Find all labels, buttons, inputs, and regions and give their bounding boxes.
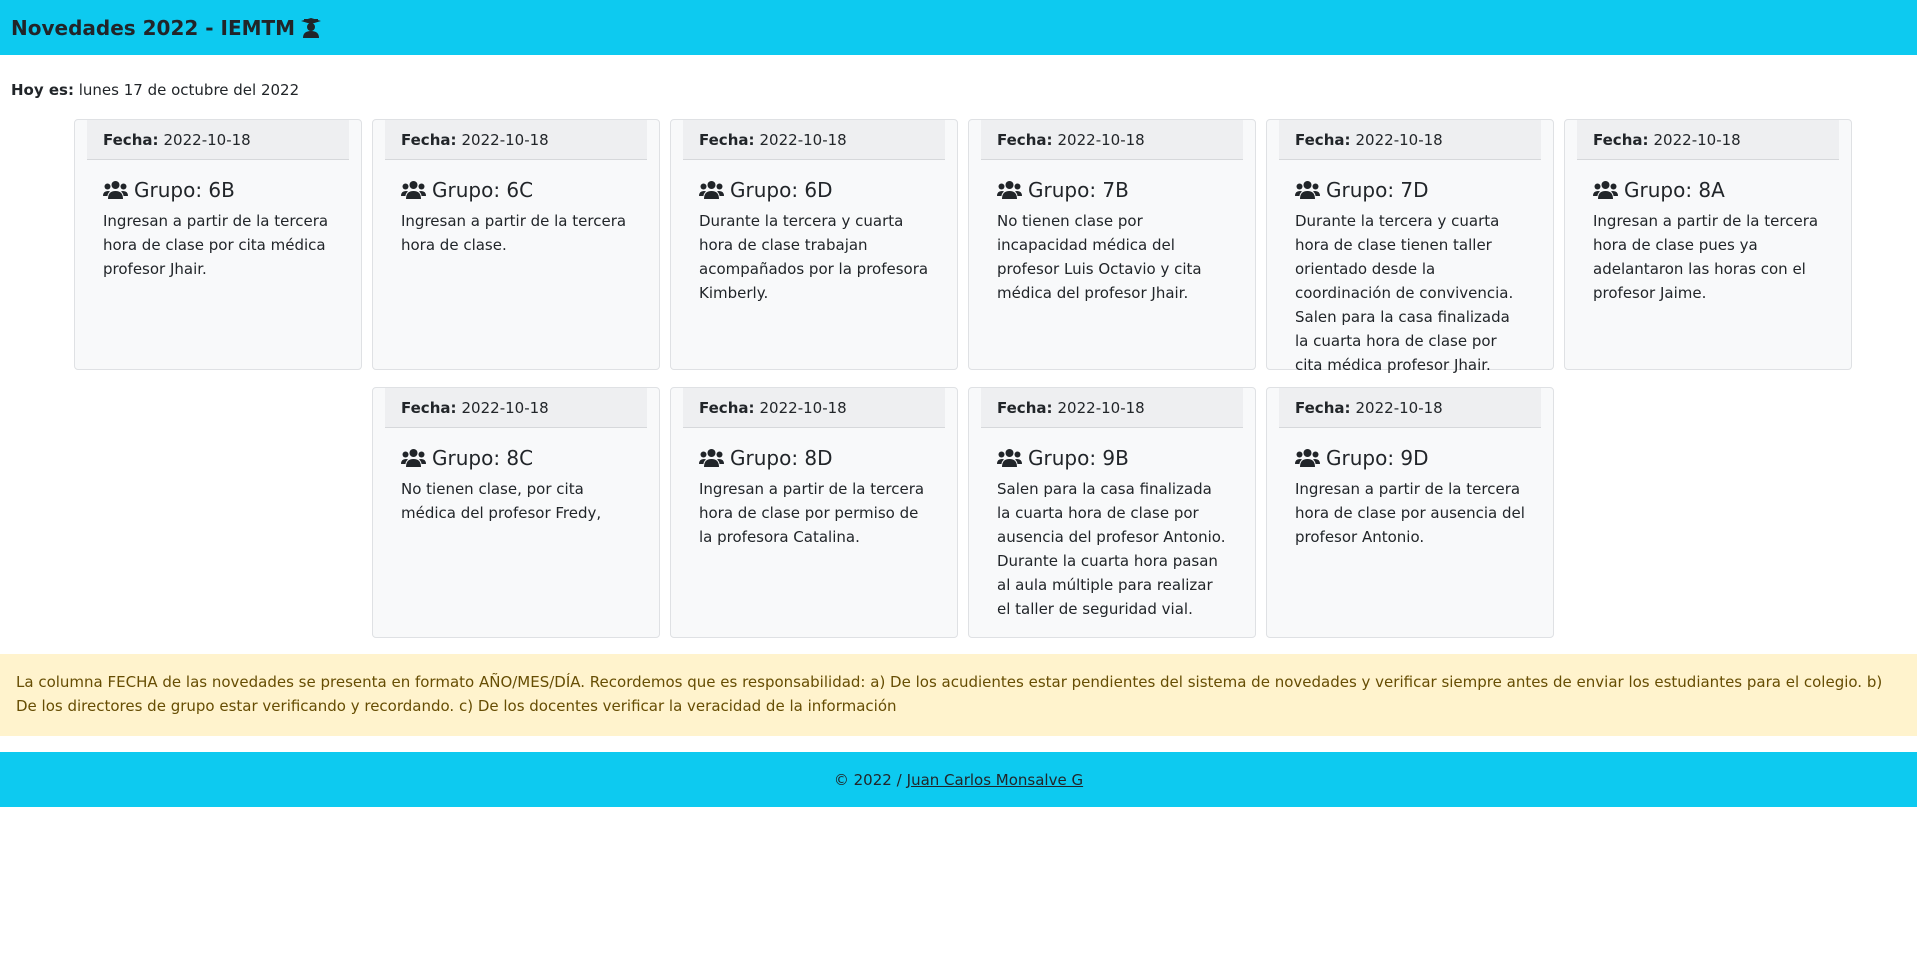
card-header: Fecha: 2022-10-18 xyxy=(683,120,945,160)
card-title: Grupo: 6B xyxy=(103,178,333,202)
fecha-label: Fecha: xyxy=(1295,398,1351,417)
card-group: Grupo: 6C xyxy=(432,178,534,202)
card-date: 2022-10-18 xyxy=(759,398,847,417)
card-date: 2022-10-18 xyxy=(461,398,549,417)
card-date: 2022-10-18 xyxy=(461,130,549,149)
card-text: Ingresan a partir de la tercera hora de … xyxy=(699,480,925,546)
navbar-brand[interactable]: Novedades 2022 - IEMTM xyxy=(11,15,322,40)
card-group: Grupo: 8D xyxy=(730,446,833,470)
card-title: Grupo: 7B xyxy=(997,178,1227,202)
navbar: Novedades 2022 - IEMTM xyxy=(0,0,1917,55)
fecha-label: Fecha: xyxy=(401,398,457,417)
novedad-card: Fecha: 2022-10-18 Grupo: 9B Salen para l… xyxy=(968,387,1256,638)
card-text: No tienen clase por incapacidad médica d… xyxy=(997,212,1202,302)
card-header: Fecha: 2022-10-18 xyxy=(1279,388,1541,428)
fecha-label: Fecha: xyxy=(401,130,457,149)
card-title: Grupo: 9B xyxy=(997,446,1227,470)
fecha-label: Fecha: xyxy=(1295,130,1351,149)
card-header: Fecha: 2022-10-18 xyxy=(683,388,945,428)
novedad-card: Fecha: 2022-10-18 Grupo: 8D Ingresan a p… xyxy=(670,387,958,638)
fecha-label: Fecha: xyxy=(1593,130,1649,149)
novedad-card: Fecha: 2022-10-18 Grupo: 6C Ingresan a p… xyxy=(372,119,660,370)
card-text: Durante la tercera y cuarta hora de clas… xyxy=(1295,212,1514,374)
users-icon xyxy=(1295,181,1320,199)
card-group: Grupo: 9D xyxy=(1326,446,1429,470)
users-icon xyxy=(401,181,426,199)
footer: © 2022 / Juan Carlos Monsalve G xyxy=(0,752,1917,807)
card-title: Grupo: 8A xyxy=(1593,178,1823,202)
users-icon xyxy=(699,181,724,199)
cards-grid: Fecha: 2022-10-18 Grupo: 6B Ingresan a p… xyxy=(74,119,1856,655)
card-title: Grupo: 9D xyxy=(1295,446,1525,470)
card-text: Durante la tercera y cuarta hora de clas… xyxy=(699,212,929,302)
users-icon xyxy=(997,449,1022,467)
users-icon xyxy=(103,181,128,199)
card-text: No tienen clase, por cita médica del pro… xyxy=(401,480,602,522)
fecha-label: Fecha: xyxy=(699,130,755,149)
row-spacer xyxy=(74,387,362,388)
card-date: 2022-10-18 xyxy=(1057,398,1145,417)
cards-row: Fecha: 2022-10-18 Grupo: 6B Ingresan a p… xyxy=(74,119,1856,374)
users-icon xyxy=(699,449,724,467)
card-group: Grupo: 8C xyxy=(432,446,534,470)
card-text: Ingresan a partir de la tercera hora de … xyxy=(1295,480,1525,546)
card-title: Grupo: 6C xyxy=(401,178,631,202)
card-header: Fecha: 2022-10-18 xyxy=(981,120,1243,160)
fecha-label: Fecha: xyxy=(997,398,1053,417)
users-icon xyxy=(401,449,426,467)
novedad-card: Fecha: 2022-10-18 Grupo: 7D Durante la t… xyxy=(1266,119,1554,374)
users-icon xyxy=(1593,181,1618,199)
card-date: 2022-10-18 xyxy=(759,130,847,149)
card-header: Fecha: 2022-10-18 xyxy=(1577,120,1839,160)
card-text: Ingresan a partir de la tercera hora de … xyxy=(1593,212,1819,302)
cards-row: Fecha: 2022-10-18 Grupo: 8C No tienen cl… xyxy=(74,387,1856,638)
card-group: Grupo: 7D xyxy=(1326,178,1429,202)
card-header: Fecha: 2022-10-18 xyxy=(981,388,1243,428)
card-title: Grupo: 8D xyxy=(699,446,929,470)
novedad-card: Fecha: 2022-10-18 Grupo: 7B No tienen cl… xyxy=(968,119,1256,370)
card-title: Grupo: 6D xyxy=(699,178,929,202)
fecha-label: Fecha: xyxy=(997,130,1053,149)
novedad-card: Fecha: 2022-10-18 Grupo: 9D Ingresan a p… xyxy=(1266,387,1554,638)
card-text: Salen para la casa finalizada la cuarta … xyxy=(997,480,1226,618)
card-title: Grupo: 8C xyxy=(401,446,631,470)
graduate-icon xyxy=(301,17,322,38)
card-text: Ingresan a partir de la tercera hora de … xyxy=(103,212,329,278)
fecha-label: Fecha: xyxy=(103,130,159,149)
card-group: Grupo: 6D xyxy=(730,178,833,202)
notice-alert: La columna FECHA de las novedades se pre… xyxy=(0,654,1917,736)
card-date: 2022-10-18 xyxy=(1355,398,1443,417)
today-line: Hoy es: lunes 17 de octubre del 2022 xyxy=(11,81,299,99)
card-group: Grupo: 9B xyxy=(1028,446,1129,470)
card-text: Ingresan a partir de la tercera hora de … xyxy=(401,212,627,254)
today-label: Hoy es: xyxy=(11,81,74,99)
users-icon xyxy=(1295,449,1320,467)
novedad-card: Fecha: 2022-10-18 Grupo: 8A Ingresan a p… xyxy=(1564,119,1852,370)
card-header: Fecha: 2022-10-18 xyxy=(385,120,647,160)
novedad-card: Fecha: 2022-10-18 Grupo: 6D Durante la t… xyxy=(670,119,958,370)
today-value: lunes 17 de octubre del 2022 xyxy=(78,81,300,99)
navbar-title: Novedades 2022 - IEMTM xyxy=(11,15,296,40)
footer-copyright: © 2022 / xyxy=(833,770,902,789)
card-date: 2022-10-18 xyxy=(163,130,251,149)
card-group: Grupo: 8A xyxy=(1624,178,1725,202)
card-header: Fecha: 2022-10-18 xyxy=(385,388,647,428)
card-group: Grupo: 6B xyxy=(134,178,235,202)
card-header: Fecha: 2022-10-18 xyxy=(1279,120,1541,160)
card-date: 2022-10-18 xyxy=(1355,130,1443,149)
card-title: Grupo: 7D xyxy=(1295,178,1525,202)
novedad-card: Fecha: 2022-10-18 Grupo: 8C No tienen cl… xyxy=(372,387,660,638)
card-date: 2022-10-18 xyxy=(1653,130,1741,149)
card-header: Fecha: 2022-10-18 xyxy=(87,120,349,160)
novedad-card: Fecha: 2022-10-18 Grupo: 6B Ingresan a p… xyxy=(74,119,362,370)
users-icon xyxy=(997,181,1022,199)
card-date: 2022-10-18 xyxy=(1057,130,1145,149)
card-group: Grupo: 7B xyxy=(1028,178,1129,202)
author-link[interactable]: Juan Carlos Monsalve G xyxy=(907,771,1083,789)
fecha-label: Fecha: xyxy=(699,398,755,417)
